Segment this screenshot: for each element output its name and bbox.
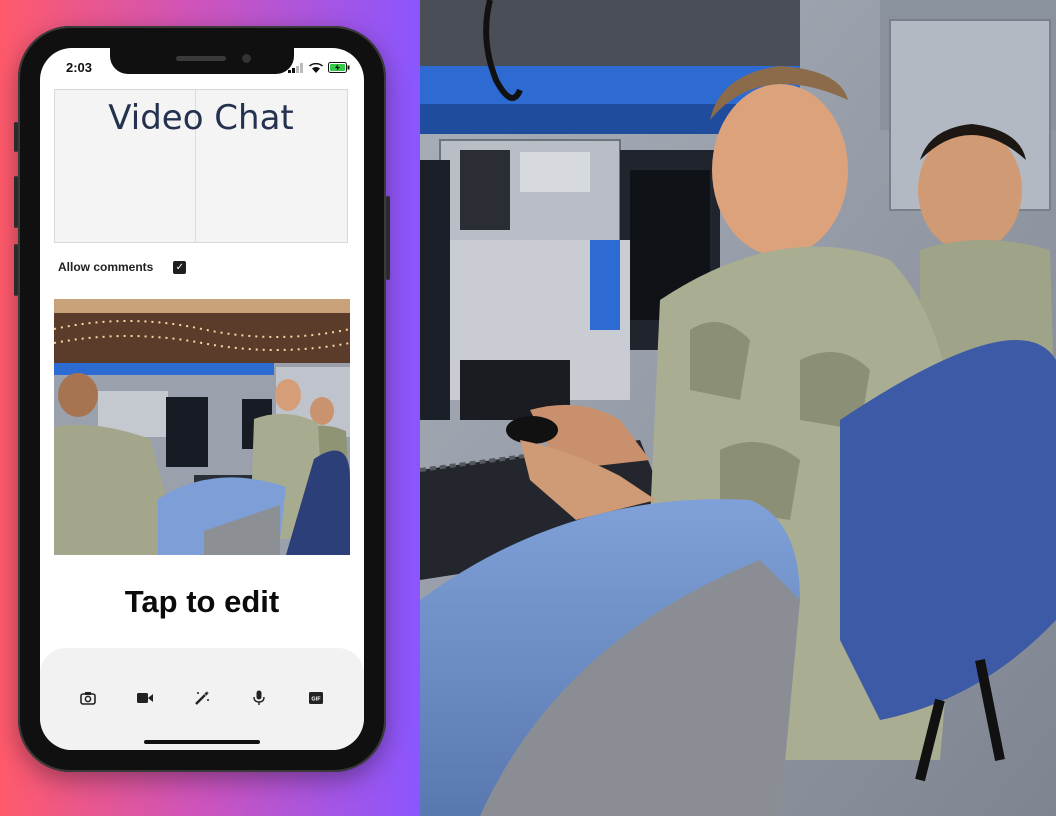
soldiers-at-computers-image [54,299,350,555]
status-icons [288,60,350,78]
magic-edit-button[interactable] [192,688,212,708]
tap-to-edit-text[interactable]: Tap to edit [40,584,364,620]
media-toolbar: GIF [40,648,364,750]
microphone-icon [253,690,265,705]
microphone-button[interactable] [249,688,269,708]
video-button[interactable] [135,688,155,708]
power-button [386,196,390,280]
allow-comments-row: Allow comments ✓ [58,260,187,274]
volume-down-button [14,244,18,296]
post-photo[interactable] [54,299,350,555]
svg-text:GIF: GIF [311,697,321,703]
signal-icon [288,60,304,78]
camera-button[interactable] [78,688,98,708]
gif-button[interactable]: GIF [306,688,326,708]
allow-comments-label: Allow comments [58,260,154,274]
video-chat-title-block[interactable]: Video Chat [54,89,348,243]
volume-up-button [14,176,18,228]
video-icon [137,693,153,703]
wifi-icon [309,60,323,78]
front-camera [242,54,251,63]
notch [110,48,294,74]
allow-comments-checkbox[interactable]: ✓ [173,260,187,274]
mute-switch [14,122,18,152]
battery-icon [328,60,350,78]
background-photo [420,0,1056,816]
home-indicator[interactable] [144,740,260,744]
magic-wand-icon [195,691,209,705]
earpiece-speaker [176,56,226,61]
gif-icon: GIF [309,692,323,704]
post-title: Video Chat [108,98,294,138]
phone-frame: 2:03 Video Chat Allow comments ✓ Tap to … [14,26,390,772]
camera-icon [80,692,96,705]
phone-screen: 2:03 Video Chat Allow comments ✓ Tap to … [40,48,364,750]
status-time: 2:03 [66,60,93,75]
soldiers-at-computers-closeup-image [420,0,1056,816]
